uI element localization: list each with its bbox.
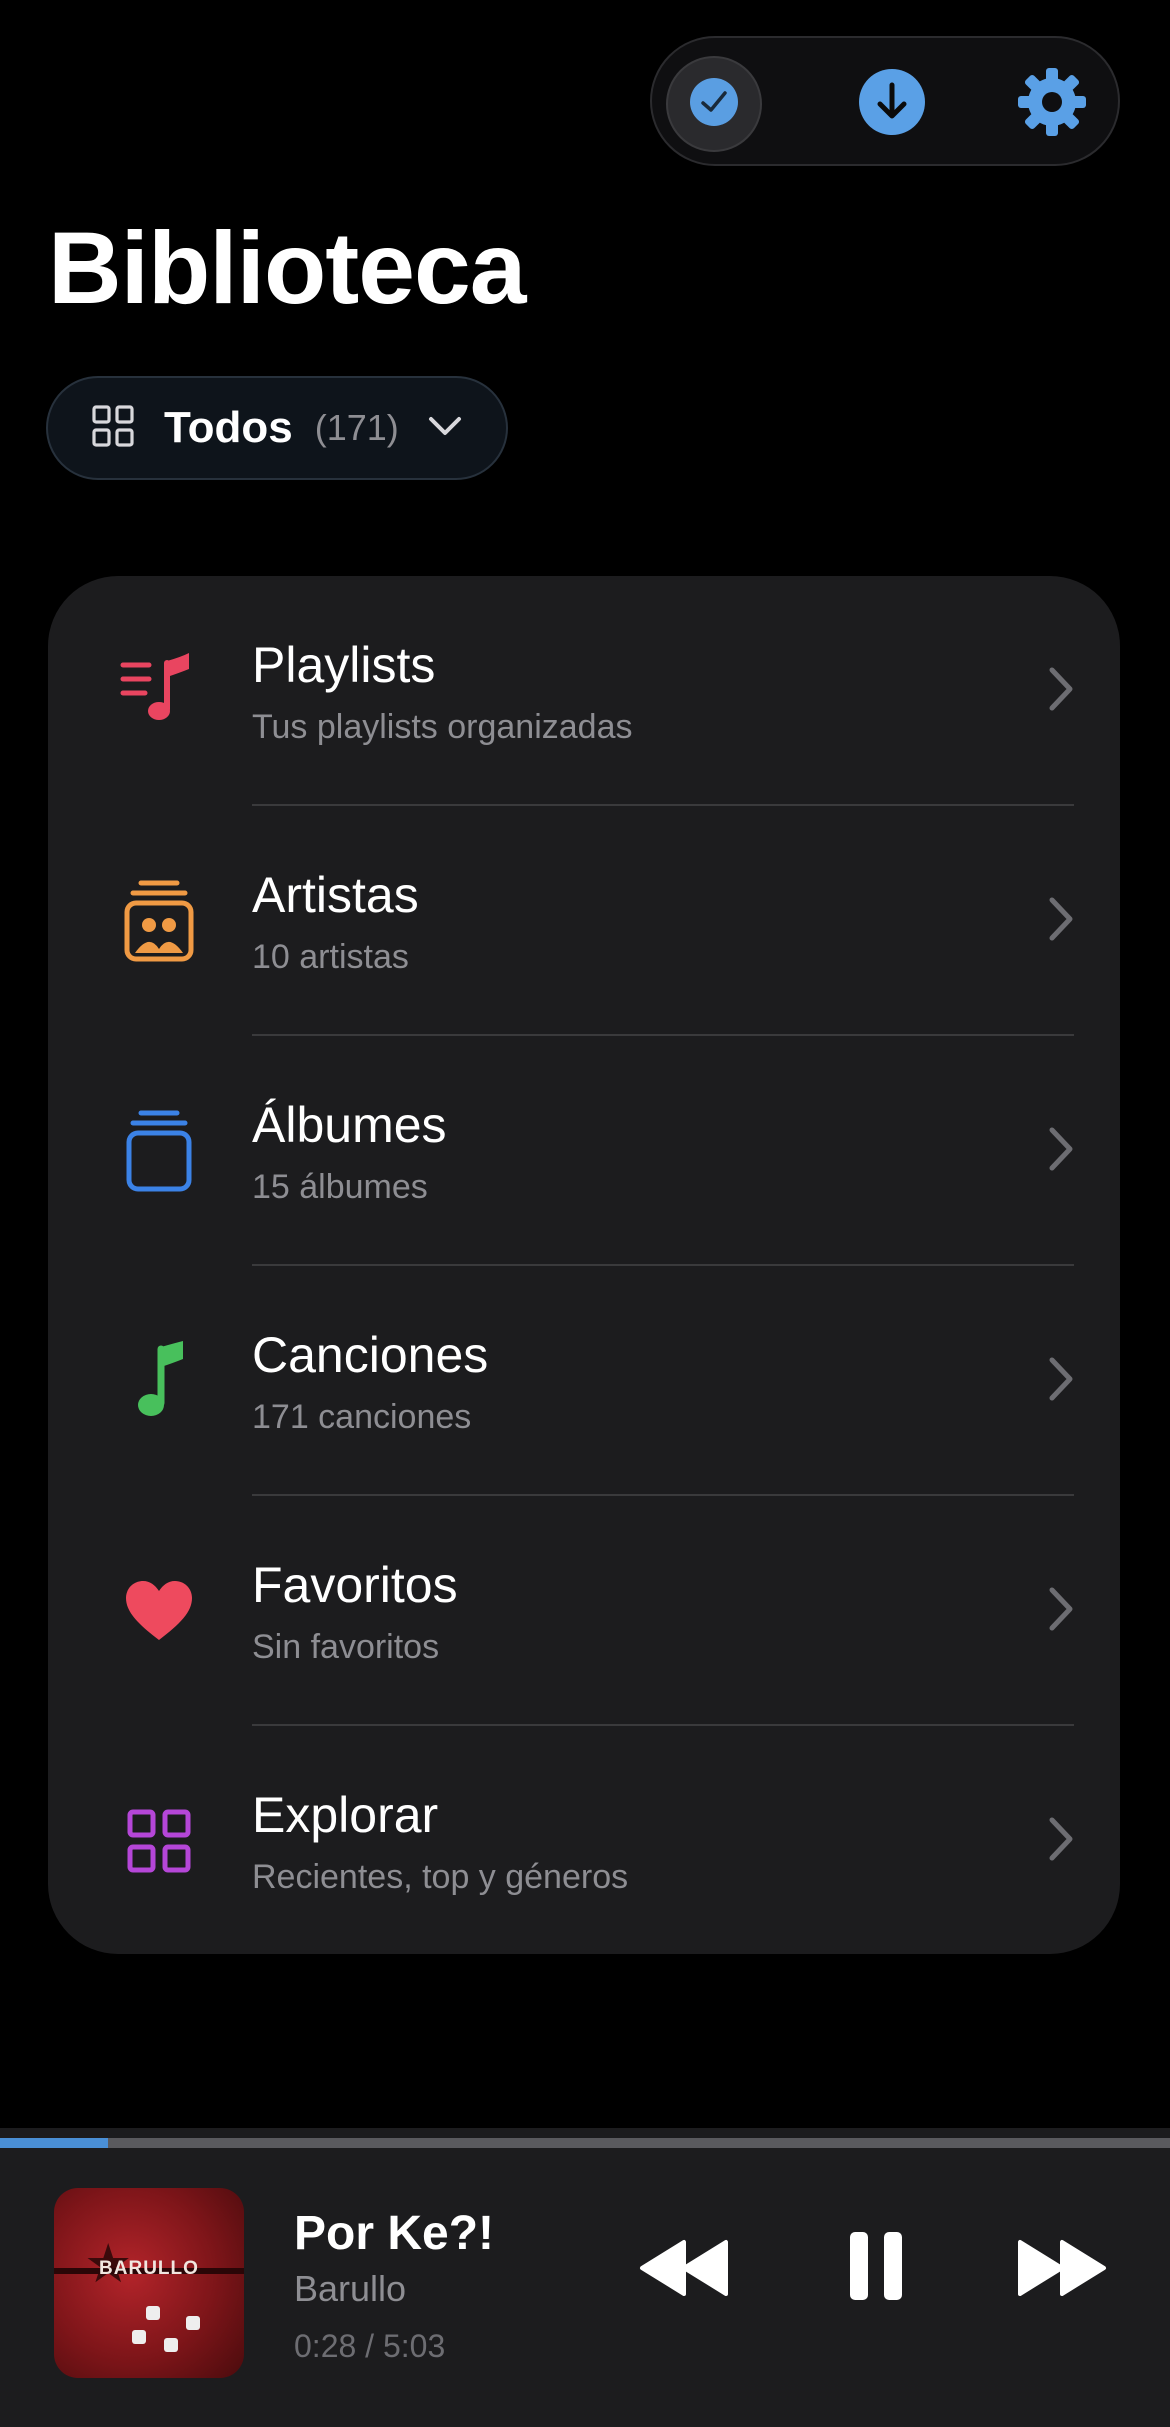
cover-dice <box>146 2306 160 2320</box>
page-title: Biblioteca <box>48 211 526 325</box>
item-title: Álbumes <box>252 1097 447 1153</box>
cover-dice <box>164 2338 178 2352</box>
heart-icon <box>110 1562 208 1660</box>
library-list: Playlists Tus playlists organizadas Arti… <box>48 576 1120 1954</box>
rewind-button[interactable] <box>636 2234 732 2306</box>
chevron-down-icon <box>427 414 463 443</box>
item-subtitle: Recientes, top y géneros <box>252 1858 629 1896</box>
music-note-icon <box>110 1332 208 1430</box>
item-title: Explorar <box>252 1787 439 1843</box>
track-time: 0:28 / 5:03 <box>294 2328 446 2364</box>
mini-player[interactable]: ★ BARULLO Por Ke?! Barullo 0:28 / 5:03 <box>0 2128 1170 2427</box>
item-title: Canciones <box>252 1327 489 1383</box>
cover-dice <box>132 2330 146 2344</box>
item-title: Favoritos <box>252 1557 458 1613</box>
pause-button[interactable] <box>840 2228 912 2308</box>
fast-forward-icon <box>1016 2238 1108 2303</box>
filter-count: (171) <box>314 407 399 448</box>
artist-icon <box>110 872 208 970</box>
item-subtitle: Sin favoritos <box>252 1628 440 1666</box>
progress-bar[interactable] <box>0 2138 1170 2148</box>
item-title: Playlists <box>252 637 436 693</box>
fast-forward-button[interactable] <box>1014 2234 1110 2306</box>
pause-icon <box>846 2230 906 2307</box>
settings-button[interactable] <box>1004 56 1100 152</box>
list-item-canciones[interactable]: Canciones 171 canciones <box>48 1266 1120 1496</box>
top-toolbar <box>650 36 1120 166</box>
grid-icon <box>92 404 134 452</box>
gear-icon <box>1016 66 1088 143</box>
filter-dropdown[interactable]: Todos (171) <box>46 376 508 480</box>
item-subtitle: 171 canciones <box>252 1398 472 1436</box>
item-subtitle: 10 artistas <box>252 938 409 976</box>
chevron-right-icon <box>1048 1356 1074 1407</box>
list-item-albumes[interactable]: Álbumes 15 álbumes <box>48 1036 1120 1266</box>
chevron-right-icon <box>1048 1586 1074 1637</box>
playlist-icon <box>110 642 208 740</box>
checkmark-icon <box>689 77 739 132</box>
rewind-icon <box>638 2238 730 2303</box>
track-artist: Barullo <box>294 2268 407 2309</box>
track-title: Por Ke?! <box>294 2207 495 2260</box>
cover-dice <box>186 2316 200 2330</box>
library-screen: Biblioteca Todos (171) Playlists Tus pla… <box>0 0 1170 2427</box>
album-icon <box>110 1102 208 1200</box>
grid-icon <box>110 1792 208 1890</box>
download-icon <box>859 68 925 140</box>
chevron-right-icon <box>1048 666 1074 717</box>
album-cover[interactable]: ★ BARULLO <box>54 2188 244 2378</box>
download-button[interactable] <box>844 56 940 152</box>
progress-fill <box>0 2138 108 2148</box>
item-subtitle: 15 álbumes <box>252 1168 428 1206</box>
chevron-right-icon <box>1048 1126 1074 1177</box>
list-item-playlists[interactable]: Playlists Tus playlists organizadas <box>48 576 1120 806</box>
cover-text: BARULLO <box>99 2258 199 2279</box>
select-button[interactable] <box>666 56 762 152</box>
list-item-explorar[interactable]: Explorar Recientes, top y géneros <box>48 1726 1120 1956</box>
chevron-right-icon <box>1048 1816 1074 1867</box>
item-subtitle: Tus playlists organizadas <box>252 708 633 746</box>
chevron-right-icon <box>1048 896 1074 947</box>
filter-label: Todos <box>164 403 293 452</box>
list-item-artistas[interactable]: Artistas 10 artistas <box>48 806 1120 1036</box>
list-item-favoritos[interactable]: Favoritos Sin favoritos <box>48 1496 1120 1726</box>
item-title: Artistas <box>252 867 419 923</box>
